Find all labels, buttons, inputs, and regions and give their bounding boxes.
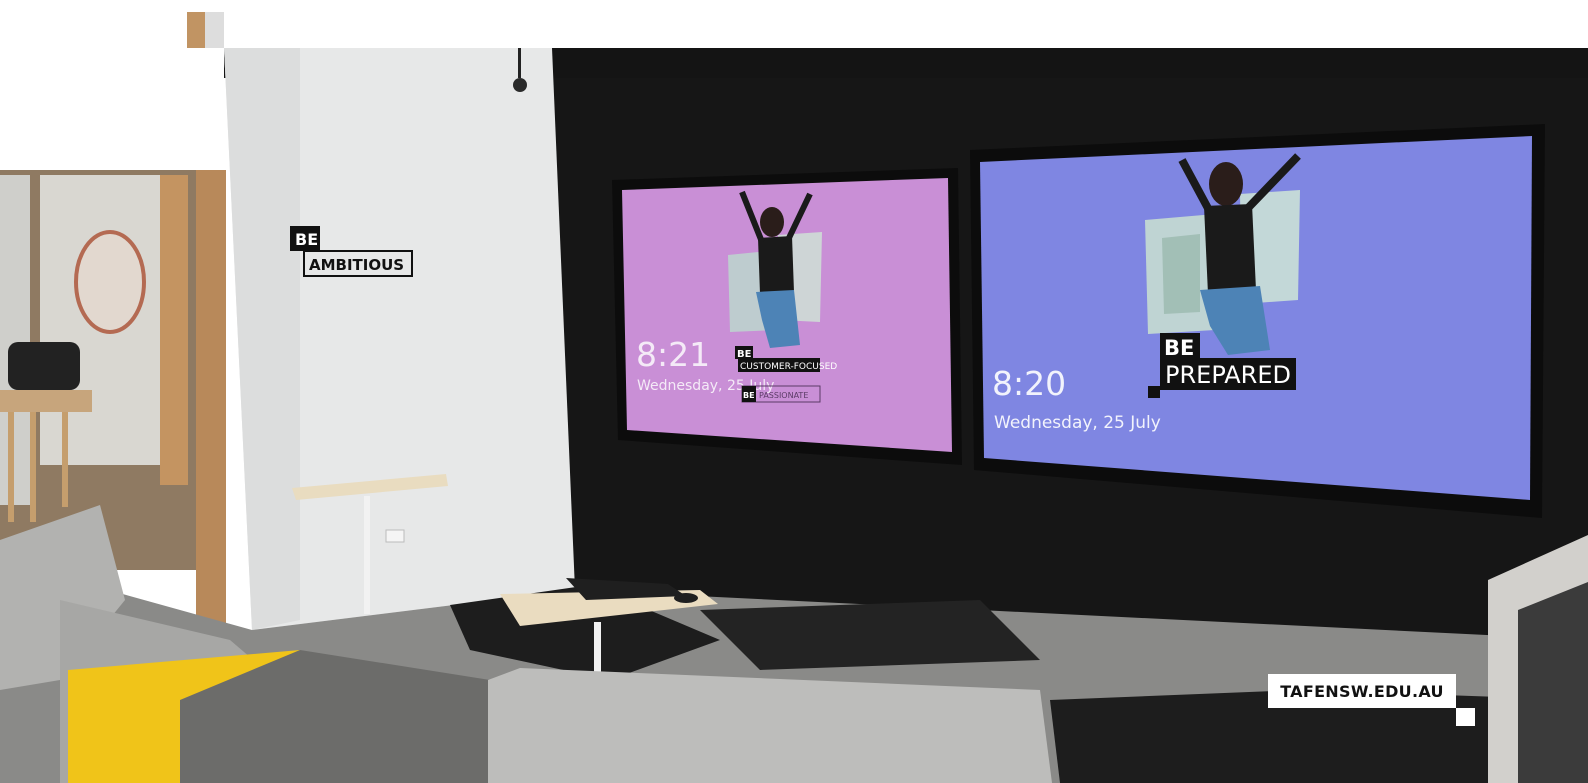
side-table-leg	[364, 496, 370, 614]
floor-dark-patch	[700, 600, 1040, 670]
sign-be: BE	[295, 230, 318, 249]
left-tag1-word: CUSTOMER-FOCUSED	[740, 362, 837, 372]
right-tag-corner	[1148, 386, 1160, 398]
bar-counter	[0, 390, 92, 412]
glass-panel	[0, 175, 30, 505]
left-screen-time: 8:21	[636, 335, 710, 374]
white-wall-shade	[224, 48, 300, 630]
left-tag2-word: PASSIONATE	[759, 391, 808, 400]
brand-white-block	[0, 48, 224, 170]
hanging-chair	[74, 230, 146, 334]
photo-illustration: BE AMBITIOUS 8:21 Wednesday, 25 July BE …	[0, 12, 1588, 783]
right-tag-word: PREPARED	[1165, 361, 1291, 389]
stool-leg	[8, 412, 14, 522]
cabinet-grille	[1518, 582, 1588, 783]
brand-tab-inner	[205, 12, 224, 48]
url-badge: TAFENSW.EDU.AU	[1268, 674, 1456, 708]
camera-icon	[513, 78, 527, 92]
right-screen-date: Wednesday, 25 July	[994, 413, 1161, 433]
photo-scene: BE AMBITIOUS 8:21 Wednesday, 25 July BE …	[0, 0, 1588, 783]
handbag	[8, 342, 80, 390]
stool-leg	[62, 412, 68, 507]
door-frame	[160, 175, 188, 485]
door-frame	[196, 170, 226, 630]
sign-ambitious: AMBITIOUS	[309, 256, 404, 274]
right-tag-be: BE	[1164, 336, 1194, 360]
stool-leg	[30, 412, 36, 522]
left-tag2-be: BE	[743, 391, 755, 400]
url-badge-corner	[1456, 708, 1475, 726]
power-outlet	[385, 529, 405, 543]
mouse	[674, 593, 698, 603]
right-screen-time: 8:20	[992, 364, 1066, 403]
camera-cable	[518, 48, 521, 78]
